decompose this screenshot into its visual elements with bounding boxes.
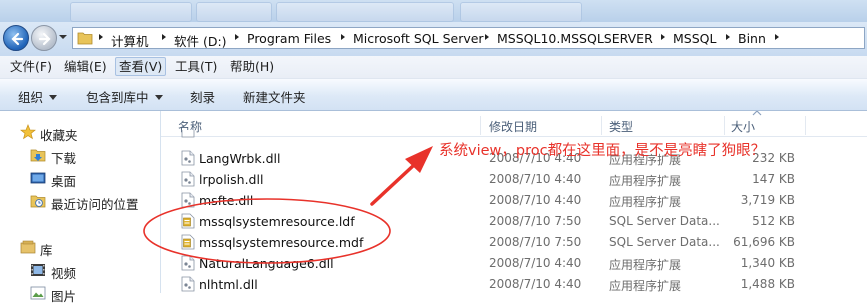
annotation-text: 系统view，proc都在这里面，是不是亮瞎了狗眼？ [439, 143, 766, 159]
annotation-arrow-shaft [370, 163, 416, 206]
highlight-ellipse [143, 198, 391, 264]
